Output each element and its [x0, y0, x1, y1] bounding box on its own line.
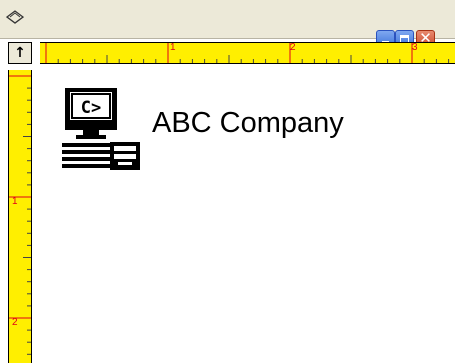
ruler-number: 1 [170, 42, 176, 53]
ruler-number: 3 [412, 42, 418, 53]
logo-screen-text: C> [81, 98, 101, 118]
computer-icon: C> [62, 88, 140, 170]
ruler-number: 1 [12, 196, 18, 207]
ruler-number: 2 [12, 317, 18, 328]
arrow-up-icon: ↑ [14, 45, 26, 61]
company-name[interactable]: ABC Company [152, 106, 344, 140]
pen-icon [6, 10, 24, 24]
vertical-ruler: 1 2 [8, 70, 32, 363]
ruler-number: 2 [290, 42, 296, 53]
horizontal-ruler: 1 2 3 [40, 42, 455, 64]
horizontal-ruler-ticks [45, 43, 450, 63]
ruler-corner-button[interactable]: ↑ [8, 42, 32, 64]
